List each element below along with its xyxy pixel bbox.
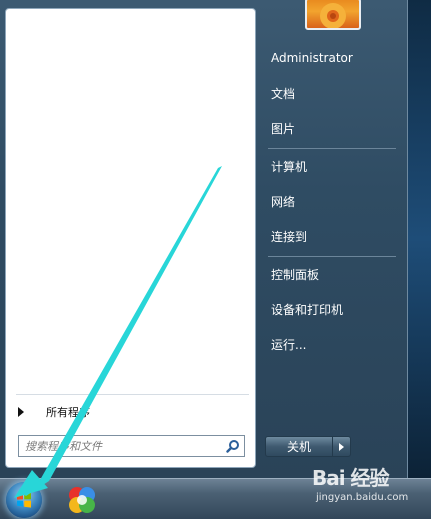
arrow-right-icon <box>339 442 344 451</box>
menu-item-devices-printers[interactable]: 设备和打印机 <box>262 295 397 323</box>
pinned-programs-area <box>6 9 255 394</box>
expand-arrow-icon <box>18 407 24 417</box>
menu-item-control-panel[interactable]: 控制面板 <box>262 260 397 288</box>
divider <box>268 256 396 257</box>
menu-item-computer[interactable]: 计算机 <box>262 152 397 180</box>
shutdown-control: 关机 <box>265 436 351 457</box>
menu-item-pictures[interactable]: 图片 <box>262 114 397 142</box>
menu-item-network[interactable]: 网络 <box>262 187 397 215</box>
menu-item-administrator[interactable]: Administrator <box>262 44 397 72</box>
start-button[interactable] <box>6 482 42 518</box>
menu-item-connect-to[interactable]: 连接到 <box>262 222 397 250</box>
user-avatar[interactable] <box>305 0 361 30</box>
flower-picture-icon <box>320 3 346 28</box>
shutdown-button[interactable]: 关机 <box>265 436 333 457</box>
search-icon[interactable] <box>226 439 240 453</box>
all-programs-button[interactable]: 所有程序 <box>14 401 249 423</box>
start-menu-left-pane: 所有程序 <box>5 8 256 468</box>
colorful-app-icon[interactable] <box>66 484 98 516</box>
search-box[interactable] <box>18 435 245 457</box>
desktop-background <box>408 0 431 478</box>
menu-item-documents[interactable]: 文档 <box>262 79 397 107</box>
start-menu: 所有程序 Administrator 文档 图片 计算机 网络 连接到 控制面板… <box>0 0 408 478</box>
menu-item-run[interactable]: 运行... <box>262 330 397 358</box>
divider <box>16 394 249 395</box>
all-programs-label: 所有程序 <box>46 406 90 419</box>
taskbar <box>0 478 431 519</box>
shutdown-options-button[interactable] <box>333 436 351 457</box>
divider <box>268 148 396 149</box>
search-input[interactable] <box>19 437 215 455</box>
windows-orb-icon <box>17 492 31 508</box>
